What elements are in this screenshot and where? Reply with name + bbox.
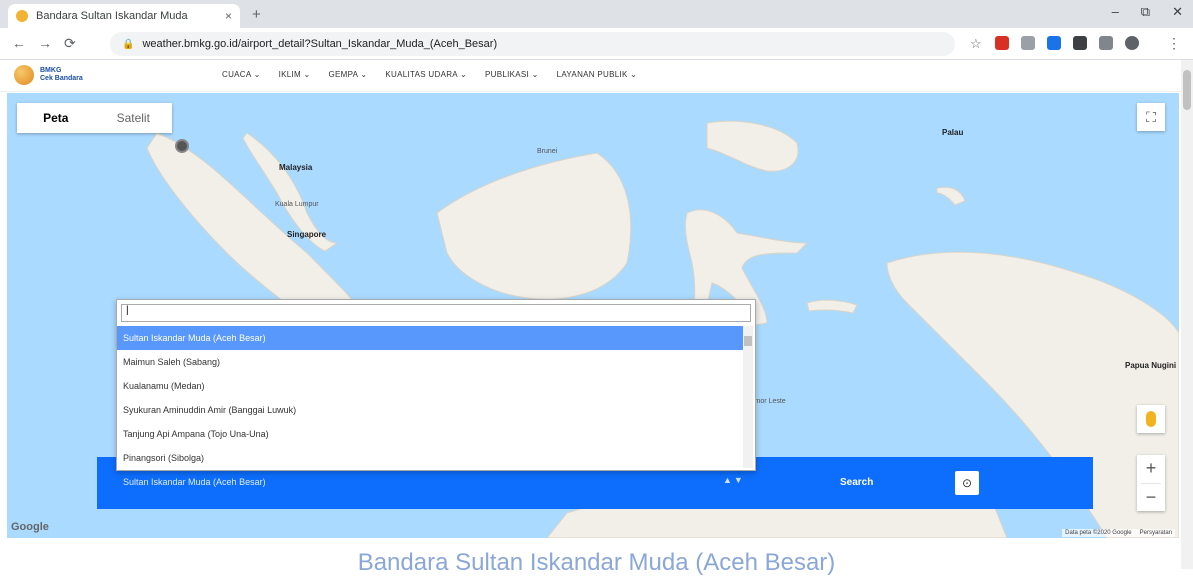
menu-item[interactable]: CUACA ⌄ (222, 70, 261, 79)
browser-menu-icon[interactable]: ⋮ (1167, 35, 1181, 52)
menu-item[interactable]: PUBLIKASI ⌄ (485, 70, 539, 79)
zoom-control: + − (1137, 455, 1165, 511)
extension-icon[interactable] (1099, 36, 1113, 50)
bookmark-star-icon[interactable]: ☆ (970, 36, 982, 52)
google-logo: Google (11, 521, 49, 533)
close-tab-icon[interactable]: × (225, 9, 232, 23)
address-bar-row: ← → ⟳ 🔒 weather.bmkg.go.id/airport_detai… (0, 28, 1193, 60)
dropdown-scrollbar[interactable] (743, 326, 753, 468)
dropdown-options: Sultan Iskandar Muda (Aceh Besar) Maimun… (117, 326, 743, 470)
dropdown-search-input[interactable]: | (121, 304, 751, 322)
forward-icon[interactable]: → (38, 35, 52, 51)
new-tab-button[interactable]: + (252, 6, 261, 23)
dropdown-option[interactable]: Syukuran Aminuddin Amir (Banggai Luwuk) (117, 398, 743, 422)
extensions-bar (995, 36, 1139, 50)
map-attribution: Data peta ©2020 Google Persyaratan (1062, 529, 1175, 537)
close-window-icon[interactable]: ✕ (1172, 4, 1183, 20)
url-bar[interactable]: 🔒 weather.bmkg.go.id/airport_detail?Sult… (110, 32, 955, 56)
page-scroll-thumb[interactable] (1183, 70, 1191, 110)
airport-select-value[interactable]: Sultan Iskandar Muda (Aceh Besar) (123, 477, 266, 487)
select-arrow-icon[interactable]: ▲▼ (723, 475, 745, 485)
menu-item[interactable]: GEMPA ⌄ (329, 70, 368, 79)
logo-line-1: BMKG (40, 67, 62, 74)
map-label: Malaysia (279, 163, 313, 172)
map-type-control: Peta Satelit (17, 103, 172, 133)
menu-item[interactable]: KUALITAS UDARA ⌄ (385, 70, 467, 79)
map-label: Kuala Lumpur (275, 201, 319, 208)
reload-icon[interactable]: ⟳ (64, 35, 76, 52)
street-view-pegman-icon[interactable] (1137, 405, 1165, 433)
extension-icon[interactable] (1073, 36, 1087, 50)
site-logo[interactable]: BMKG Cek Bandara (14, 65, 83, 85)
dropdown-option[interactable]: Maimun Saleh (Sabang) (117, 350, 743, 374)
locate-me-icon[interactable]: ⊙ (955, 471, 979, 495)
map-label: Palau (942, 128, 964, 137)
extension-icon[interactable] (1047, 36, 1061, 50)
airport-dropdown: | Sultan Iskandar Muda (Aceh Besar) Maim… (116, 299, 756, 471)
airport-marker-icon[interactable] (175, 139, 189, 153)
pegman-figure (1146, 411, 1156, 427)
back-icon[interactable]: ← (12, 35, 26, 51)
map-label: Papua Nugini (1125, 361, 1177, 370)
profile-avatar[interactable] (1125, 36, 1139, 50)
dropdown-option[interactable]: Sultan Iskandar Muda (Aceh Besar) (117, 326, 743, 350)
browser-tab[interactable]: Bandara Sultan Iskandar Muda × (8, 4, 240, 28)
window-controls: – ⧉ ✕ (1112, 4, 1183, 20)
dropdown-scroll-thumb[interactable] (744, 336, 752, 346)
minimize-icon[interactable]: – (1112, 4, 1119, 20)
terms-link[interactable]: Persyaratan (1140, 530, 1172, 536)
zoom-in-button[interactable]: + (1137, 455, 1165, 483)
map-data-credit: Data peta ©2020 Google (1065, 530, 1132, 536)
zoom-out-button[interactable]: − (1137, 484, 1165, 512)
page-scrollbar[interactable] (1181, 60, 1193, 569)
fullscreen-icon[interactable]: ⛶ (1137, 103, 1165, 131)
favicon-icon (16, 10, 28, 22)
site-header: BMKG Cek Bandara CUACA ⌄ IKLIM ⌄ GEMPA ⌄… (0, 60, 1193, 92)
google-map[interactable]: Malaysia Singapore Brunei Palau Papua Nu… (7, 93, 1179, 538)
map-label: Brunei (537, 148, 558, 155)
maximize-icon[interactable]: ⧉ (1141, 4, 1150, 20)
logo-line-2: Cek Bandara (40, 75, 83, 82)
dropdown-option[interactable]: Kualanamu (Medan) (117, 374, 743, 398)
lock-icon: 🔒 (122, 38, 135, 50)
main-menu: CUACA ⌄ IKLIM ⌄ GEMPA ⌄ KUALITAS UDARA ⌄… (222, 70, 637, 79)
extension-icon[interactable] (1021, 36, 1035, 50)
menu-item[interactable]: LAYANAN PUBLIK ⌄ (557, 70, 638, 79)
dropdown-option[interactable]: Pinangsori (Sibolga) (117, 446, 743, 470)
menu-item[interactable]: IKLIM ⌄ (279, 70, 311, 79)
page-title: Bandara Sultan Iskandar Muda (Aceh Besar… (357, 549, 836, 576)
browser-tab-bar: Bandara Sultan Iskandar Muda × + – ⧉ ✕ (0, 0, 1193, 28)
search-button[interactable]: Search (840, 477, 873, 488)
tab-title: Bandara Sultan Iskandar Muda (36, 10, 188, 22)
dropdown-option[interactable]: Tanjung Api Ampana (Tojo Una-Una) (117, 422, 743, 446)
map-type-satellite-button[interactable]: Satelit (95, 103, 173, 133)
extension-icon[interactable] (995, 36, 1009, 50)
map-type-map-button[interactable]: Peta (17, 103, 95, 133)
map-label: Singapore (287, 230, 327, 239)
logo-mark-icon (14, 65, 34, 85)
url-text: weather.bmkg.go.id/airport_detail?Sultan… (142, 38, 498, 50)
